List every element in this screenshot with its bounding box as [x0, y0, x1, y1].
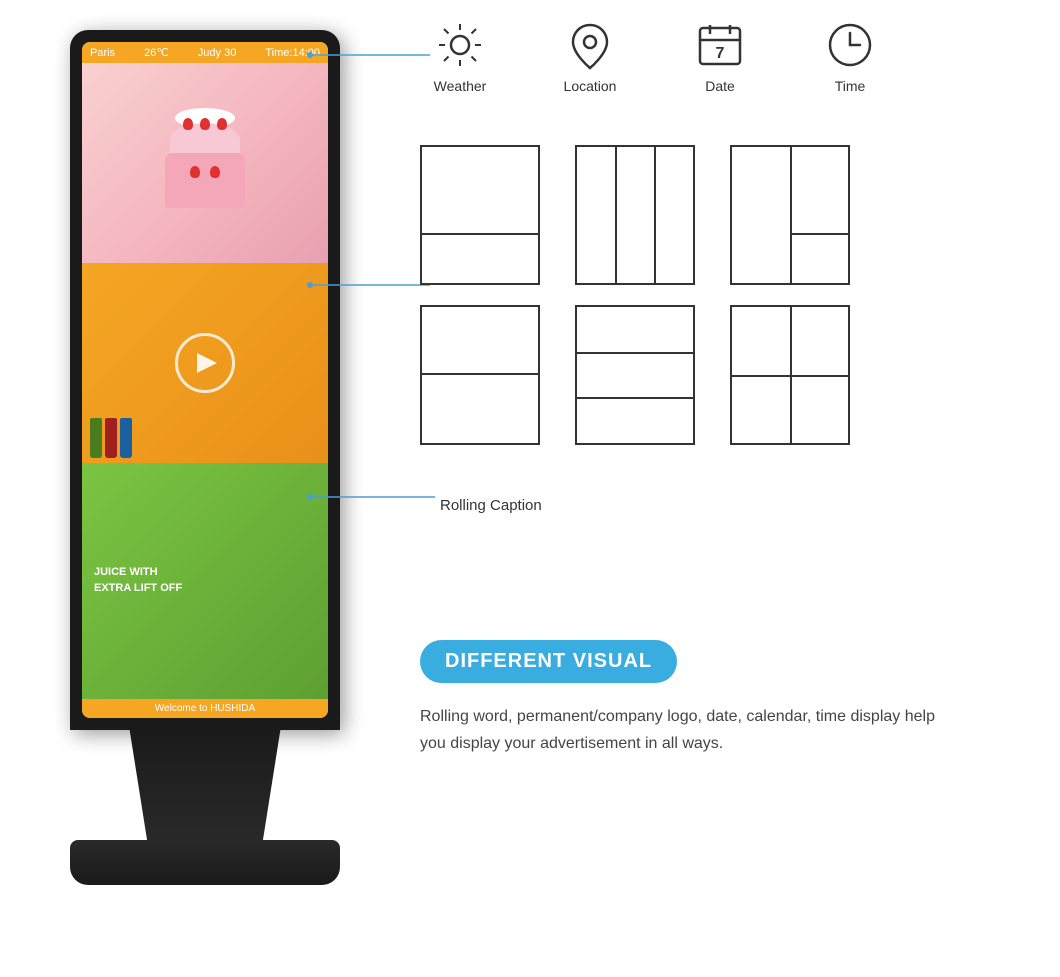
cake-body [165, 153, 245, 208]
temp-label: 26℃ [144, 46, 169, 59]
date-label: Judy 30 [198, 47, 237, 59]
layout-cell-2 [575, 145, 695, 285]
layout-cell-1 [420, 145, 540, 285]
time-icon-item: Time [810, 20, 890, 94]
bottom-section: DIFFERENT VISUAL Rolling word, permanent… [420, 640, 1020, 757]
bottle-3 [120, 418, 132, 458]
cake-visual [145, 118, 265, 208]
location-icon-item: Location [550, 20, 630, 94]
weather-icon [435, 20, 485, 70]
description-text: Rolling word, permanent/company logo, da… [420, 703, 950, 757]
ad-line2: EXTRA LIFT OFF [94, 581, 182, 596]
kiosk-screen: Paris 26℃ Judy 30 Time:14:00 [82, 42, 328, 718]
play-icon [197, 353, 217, 373]
rolling-caption-annotation: Rolling Caption [440, 497, 542, 514]
layout-cell-3 [730, 145, 850, 285]
location-label: Location [564, 78, 617, 94]
strawberry-3 [217, 118, 227, 130]
slide-cake [82, 63, 328, 263]
strawberry-5 [210, 166, 220, 178]
layout-cell-6 [730, 305, 850, 445]
layout-cell-4 [420, 305, 540, 445]
svg-text:7: 7 [716, 45, 725, 62]
ad-line1: JUICE WITH [94, 565, 158, 580]
kiosk-stand [110, 726, 300, 846]
slide-juicead: JUICE WITH EXTRA LIFT OFF [82, 463, 328, 699]
play-circle [175, 333, 235, 393]
time-icon [825, 20, 875, 70]
weather-icon-item: Weather [420, 20, 500, 94]
kiosk-base [70, 840, 340, 885]
lc6-h-line [732, 375, 848, 377]
kiosk-frame: Paris 26℃ Judy 30 Time:14:00 [70, 30, 340, 730]
location-icon [565, 20, 615, 70]
date-icon: 7 [695, 20, 745, 70]
time-label: Time:14:00 [265, 47, 320, 59]
strawberry-4 [190, 166, 200, 178]
layout-grids [420, 145, 850, 445]
different-visual-badge: DIFFERENT VISUAL [420, 640, 677, 683]
bottle-2 [105, 418, 117, 458]
weather-label: Weather [434, 78, 487, 94]
time-label: Time [835, 78, 866, 94]
strawberry-2 [200, 118, 210, 130]
city-label: Paris [90, 47, 115, 59]
feature-icons-row: Weather Location 7 Date [420, 20, 890, 94]
rolling-caption-bar: Welcome to HUSHIDA [82, 699, 328, 718]
date-label: Date [705, 78, 735, 94]
info-bar: Paris 26℃ Judy 30 Time:14:00 [82, 42, 328, 63]
bottle-1 [90, 418, 102, 458]
kiosk-device: Paris 26℃ Judy 30 Time:14:00 [50, 30, 360, 930]
lc5-h2-line [577, 397, 693, 399]
lc5-h1-line [577, 352, 693, 354]
layout-cell-5 [575, 305, 695, 445]
juice-bottles [90, 418, 132, 458]
strawberry-1 [183, 118, 193, 130]
lc3-h-line [790, 233, 848, 235]
slide-juice [82, 263, 328, 463]
date-icon-item: 7 Date [680, 20, 760, 94]
